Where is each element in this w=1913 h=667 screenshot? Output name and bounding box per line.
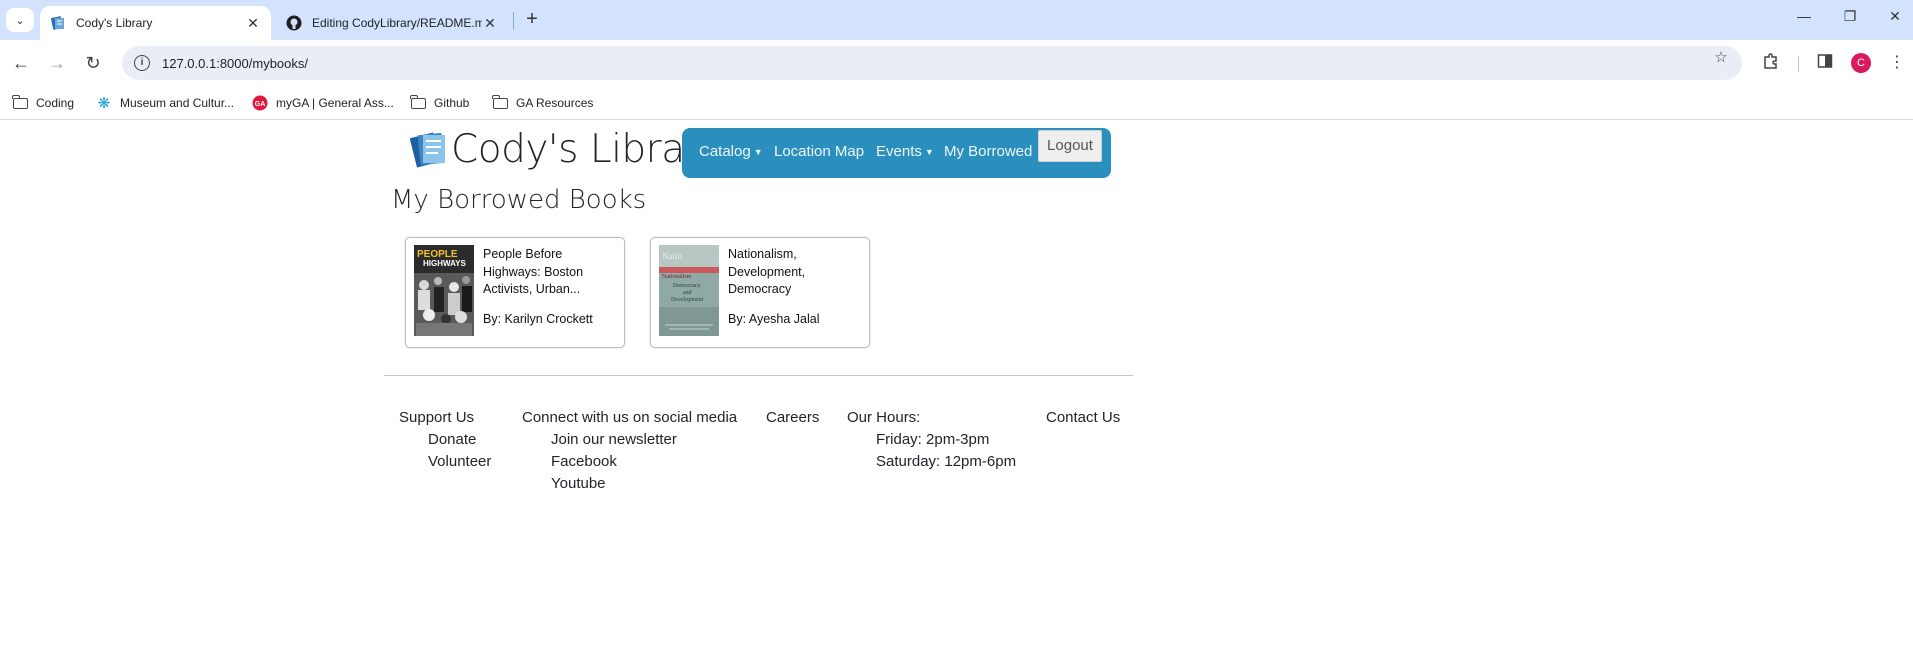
book-author: By: Karilyn Crockett <box>483 312 593 326</box>
svg-text:and: and <box>683 290 692 296</box>
svg-text:GA: GA <box>255 101 266 108</box>
browser-toolbar: ← → ↻ i 127.0.0.1:8000/mybooks/ ☆ C ⋮ <box>0 40 1913 105</box>
nav-events-dropdown[interactable]: Events ▼ <box>876 138 934 166</box>
folder-icon <box>12 94 28 111</box>
tab-search-button[interactable]: ⌄ <box>6 8 34 32</box>
library-logo-icon[interactable] <box>409 129 450 169</box>
footer-support-heading[interactable]: Support Us <box>399 407 491 429</box>
book-title[interactable]: People Before Highways: Boston Activists… <box>483 246 613 299</box>
footer-link-donate[interactable]: Donate <box>399 429 491 451</box>
snowflake-icon: ❋ <box>97 95 111 112</box>
kebab-menu-icon[interactable]: ⋮ <box>1886 52 1908 74</box>
bookmark-museum[interactable]: ❋ Museum and Cultur... <box>96 94 234 112</box>
tab-codys-library[interactable]: Cody's Library ✕ <box>40 6 271 40</box>
book-title[interactable]: Nationalism, Development, Democracy <box>728 246 858 299</box>
footer-divider <box>384 375 1133 376</box>
back-arrow-icon[interactable]: ← <box>8 50 34 76</box>
tab-title: Cody's Library <box>76 16 153 30</box>
minimize-icon[interactable]: — <box>1786 8 1822 32</box>
footer-hours-line: Saturday: 12pm-6pm <box>876 453 1017 470</box>
close-icon[interactable]: ✕ <box>245 15 261 32</box>
address-bar[interactable]: i 127.0.0.1:8000/mybooks/ <box>122 46 1742 80</box>
nav-catalog-dropdown[interactable]: Catalog ▼ <box>699 138 763 166</box>
footer-link-youtube[interactable]: Youtube <box>522 473 737 495</box>
book-card[interactable]: Natio Nationalism Democracy and Developm… <box>650 237 870 348</box>
library-favicon-icon <box>50 15 66 31</box>
footer-contact-link[interactable]: Contact Us <box>1046 407 1120 429</box>
footer-social-heading[interactable]: Connect with us on social media <box>522 407 737 429</box>
tab-separator <box>513 12 514 30</box>
github-icon <box>286 15 302 31</box>
svg-text:Development: Development <box>671 297 704 303</box>
footer-careers: Careers <box>766 407 819 429</box>
new-tab-button[interactable]: + <box>520 8 544 32</box>
nav-my-borrowed[interactable]: My Borrowed <box>944 138 1032 166</box>
bookmark-label: Coding <box>36 96 75 110</box>
book-cover-image[interactable]: PEOPLE HIGHWAYS <box>414 245 474 336</box>
svg-text:HIGHWAYS: HIGHWAYS <box>423 259 466 268</box>
tab-github-editing[interactable]: Editing CodyLibrary/README.m ✕ <box>276 6 508 40</box>
svg-text:Nationalism: Nationalism <box>662 274 692 280</box>
book-cover-image[interactable]: Natio Nationalism Democracy and Developm… <box>659 245 719 336</box>
footer-hours-heading: Our Hours: <box>847 409 921 426</box>
ga-icon: GA <box>252 95 268 111</box>
page-title: My Borrowed Books <box>391 185 647 215</box>
page-content: Cody's Library Catalog ▼ Location Map Eve… <box>0 121 1913 667</box>
caret-down-icon: ▼ <box>753 147 763 158</box>
extensions-icon[interactable] <box>1760 52 1782 74</box>
bookmark-label: myGA | General Ass... <box>276 96 394 110</box>
svg-text:Democracy: Democracy <box>673 283 701 289</box>
chevron-down-icon: ⌄ <box>15 14 25 27</box>
footer-contact: Contact Us <box>1046 407 1120 429</box>
bookmark-github[interactable]: Github <box>410 94 469 112</box>
footer-hours: Our Hours: Friday: 2pm-3pm Saturday: 12p… <box>847 407 1016 473</box>
footer-link-newsletter[interactable]: Join our newsletter <box>522 429 737 451</box>
restore-icon[interactable]: ❐ <box>1832 8 1868 32</box>
bookmark-label: Museum and Cultur... <box>120 96 235 110</box>
toolbar-separator <box>1798 56 1799 72</box>
footer-social: Connect with us on social media Join our… <box>522 407 737 495</box>
close-icon[interactable]: ✕ <box>482 15 498 32</box>
reload-icon[interactable]: ↻ <box>80 50 106 76</box>
profile-avatar[interactable]: C <box>1851 53 1871 73</box>
svg-text:Natio: Natio <box>662 251 682 261</box>
window-close-icon[interactable]: ✕ <box>1877 8 1913 32</box>
bookmark-label: Github <box>434 96 470 110</box>
nav-events-label: Events <box>876 143 922 160</box>
nav-catalog-label: Catalog <box>699 143 751 160</box>
url-text[interactable]: 127.0.0.1:8000/mybooks/ <box>162 56 308 71</box>
logout-button[interactable]: Logout <box>1038 130 1102 162</box>
tab-bar: ⌄ Cody's Library ✕ Editing CodyLibrary/R… <box>0 0 1913 40</box>
footer-link-volunteer[interactable]: Volunteer <box>399 451 491 473</box>
folder-icon <box>492 94 508 111</box>
footer-support: Support Us Donate Volunteer <box>399 407 491 473</box>
bookmark-myga[interactable]: GA myGA | General Ass... <box>252 94 394 112</box>
footer-careers-link[interactable]: Careers <box>766 407 819 429</box>
tab-title: Editing CodyLibrary/README.m <box>312 16 482 30</box>
bookmark-ga-resources[interactable]: GA Resources <box>492 94 593 112</box>
main-navbar: Catalog ▼ Location Map Events ▼ My Borrowe… <box>682 128 1111 178</box>
folder-icon <box>410 94 426 111</box>
caret-down-icon: ▼ <box>924 147 934 158</box>
bookmark-coding[interactable]: Coding <box>12 94 74 112</box>
book-card[interactable]: PEOPLE HIGHWAYS People Before Highways: … <box>405 237 625 348</box>
site-info-icon[interactable]: i <box>134 55 150 71</box>
bookmarks-bar: Coding ❋ Museum and Cultur... GA myGA | … <box>0 86 1913 120</box>
forward-arrow-icon[interactable]: → <box>44 50 70 76</box>
book-author: By: Ayesha Jalal <box>728 312 820 326</box>
bookmark-label: GA Resources <box>516 96 594 110</box>
side-panel-icon[interactable] <box>1814 52 1836 74</box>
footer-hours-line: Friday: 2pm-3pm <box>876 431 990 448</box>
footer-link-facebook[interactable]: Facebook <box>522 451 737 473</box>
star-icon[interactable]: ☆ <box>1712 49 1730 67</box>
nav-location-map[interactable]: Location Map <box>774 138 864 166</box>
